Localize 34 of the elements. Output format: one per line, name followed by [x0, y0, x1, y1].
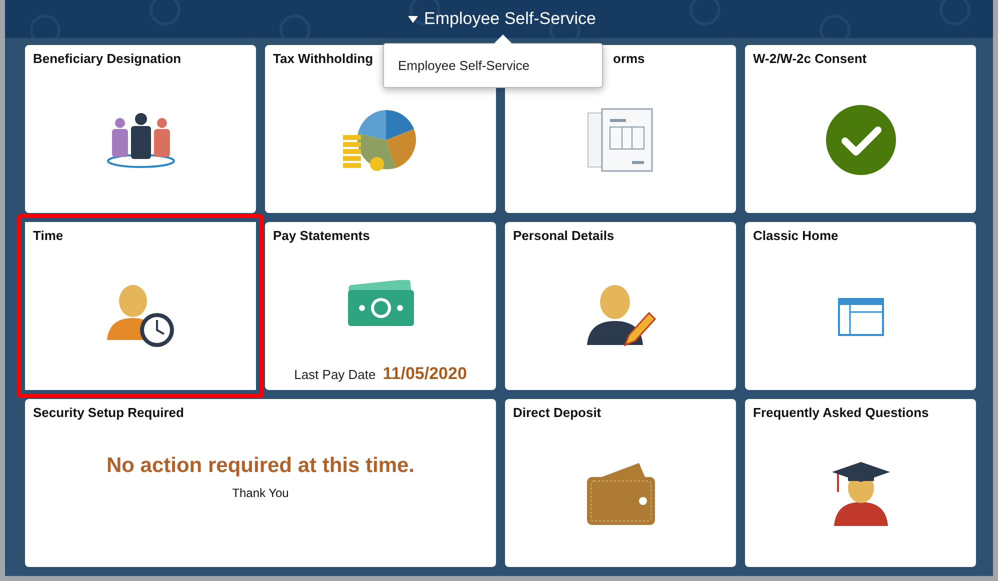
tile[interactable]: Pay Statements Last Pay Date 11/05/2020: [265, 222, 496, 390]
tile[interactable]: Personal Details: [505, 222, 736, 390]
tile-title: Tax Withholding: [273, 51, 374, 66]
graduate-icon: [830, 460, 892, 528]
caret-icon: [408, 16, 418, 22]
tile[interactable]: Security Setup Required No action required at this time. Thank You: [25, 399, 496, 567]
status-subtext: Thank You: [232, 486, 289, 500]
tile-title: Time: [33, 228, 64, 243]
tile-title: Personal Details: [513, 228, 614, 243]
tile-title: Direct Deposit: [513, 405, 602, 420]
tile-title: Pay Statements: [273, 228, 370, 243]
tile-title: Classic Home: [753, 228, 838, 243]
wallet-icon: [584, 460, 656, 526]
status-message: No action required at this time.: [106, 454, 415, 478]
tile[interactable]: Beneficiary Designation: [25, 45, 256, 213]
browser-window-icon: [838, 298, 884, 336]
document-icon: [586, 106, 656, 172]
tile[interactable]: Classic Home: [745, 222, 976, 390]
checkmark-icon: [824, 104, 896, 176]
tile-title: Beneficiary Designation: [33, 51, 182, 66]
header-title: Employee Self-Service: [424, 9, 596, 29]
homepage-selector[interactable]: Employee Self-Service: [398, 7, 600, 31]
tile[interactable]: Time: [17, 214, 264, 398]
tile-title: Frequently Asked Questions: [753, 405, 929, 420]
tile[interactable]: W-2/W-2c Consent: [745, 45, 976, 213]
tile-title: Security Setup Required: [33, 405, 184, 420]
tile[interactable]: Frequently Asked Questions: [745, 399, 976, 567]
tile-title: orms: [613, 51, 645, 66]
pay-date: 11/05/2020: [382, 364, 467, 384]
person-clock-icon: [104, 284, 176, 350]
people-icon: [106, 110, 176, 168]
tile-title: W-2/W-2c Consent: [753, 51, 867, 66]
tile[interactable]: Direct Deposit: [505, 399, 736, 567]
footer-label: Last Pay Date: [294, 367, 376, 382]
